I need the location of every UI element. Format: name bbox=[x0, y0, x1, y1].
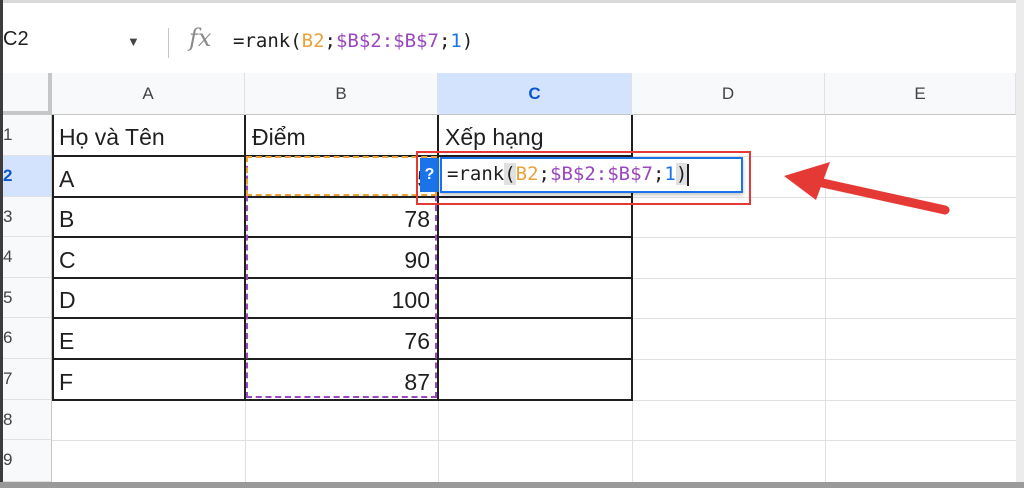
column-header-d[interactable]: D bbox=[632, 73, 825, 115]
table-border bbox=[52, 399, 633, 401]
editor-fn: =rank bbox=[447, 163, 505, 185]
cell-a7[interactable]: F bbox=[59, 369, 73, 396]
column-header-c[interactable]: C bbox=[438, 73, 632, 115]
window-frame-bottom bbox=[0, 482, 1024, 488]
row-header-4[interactable]: 4 bbox=[3, 237, 52, 278]
cell-editor[interactable]: =rank(B2;$B$2:$B$7;1) bbox=[440, 157, 743, 193]
cell-a2[interactable]: A bbox=[59, 166, 74, 193]
window-frame-right bbox=[1016, 0, 1024, 488]
formula-close-paren: ) bbox=[461, 30, 474, 52]
editor-order-arg: 1 bbox=[664, 163, 676, 185]
formula-ref-range: $B$2:$B$7 bbox=[335, 30, 439, 52]
window-frame-top bbox=[0, 0, 1024, 3]
cell-c1[interactable]: Xếp hạng bbox=[445, 124, 543, 151]
table-border bbox=[52, 115, 54, 401]
row-header-3[interactable]: 3 bbox=[3, 197, 52, 237]
row-header-8[interactable]: 8 bbox=[3, 400, 52, 440]
row-header-2[interactable]: 2 bbox=[3, 156, 52, 197]
column-header-b[interactable]: B bbox=[245, 73, 438, 115]
editor-ref-range: $B$2:$B$7 bbox=[550, 163, 653, 185]
formula-bar: C2 ▼ fx =rank(B2;$B$2:$B$7;1) bbox=[3, 14, 1016, 72]
formula-ref-b2: B2 bbox=[301, 30, 325, 52]
cell-a5[interactable]: D bbox=[59, 287, 76, 314]
formula-order-arg: 1 bbox=[450, 30, 462, 52]
row-header-6[interactable]: 6 bbox=[3, 318, 52, 359]
cell-b1[interactable]: Điểm bbox=[252, 124, 306, 151]
cell-a3[interactable]: B bbox=[59, 206, 74, 233]
formula-sep: ; bbox=[324, 30, 336, 52]
cell-editor-formula[interactable]: =rank(B2;$B$2:$B$7;1) bbox=[447, 163, 690, 186]
name-box[interactable]: C2 bbox=[3, 28, 29, 51]
formula-fn: =rank( bbox=[233, 30, 302, 52]
editor-open-paren: ( bbox=[504, 163, 516, 185]
formula-bar-divider bbox=[168, 28, 169, 58]
chevron-down-icon[interactable]: ▼ bbox=[127, 34, 140, 49]
formula-sep: ; bbox=[438, 30, 451, 52]
formula-help-button[interactable]: ? bbox=[420, 158, 439, 192]
cell-a4[interactable]: C bbox=[59, 247, 76, 274]
editor-sep: ; bbox=[538, 163, 550, 185]
row-header-1[interactable]: 1 bbox=[3, 115, 52, 156]
row-header-7[interactable]: 7 bbox=[3, 359, 52, 400]
cell-a1[interactable]: Họ và Tên bbox=[59, 124, 165, 151]
red-arrow-pointer bbox=[784, 162, 950, 215]
cell-a6[interactable]: E bbox=[59, 328, 74, 355]
referenced-cell-b2 bbox=[246, 156, 437, 196]
gridline bbox=[52, 440, 1016, 441]
formula-input[interactable]: =rank(B2;$B$2:$B$7;1) bbox=[233, 30, 473, 52]
function-icon: fx bbox=[189, 24, 212, 52]
editor-close-paren: ) bbox=[675, 163, 688, 185]
row-header-5[interactable]: 5 bbox=[3, 278, 52, 318]
column-header-e[interactable]: E bbox=[825, 73, 1016, 115]
row-header-9[interactable]: 9 bbox=[3, 440, 52, 482]
editor-ref-b2: B2 bbox=[515, 163, 539, 185]
editor-sep: ; bbox=[652, 163, 665, 185]
column-header-a[interactable]: A bbox=[52, 73, 245, 115]
text-caret bbox=[687, 163, 690, 186]
select-all-corner[interactable] bbox=[3, 73, 52, 115]
